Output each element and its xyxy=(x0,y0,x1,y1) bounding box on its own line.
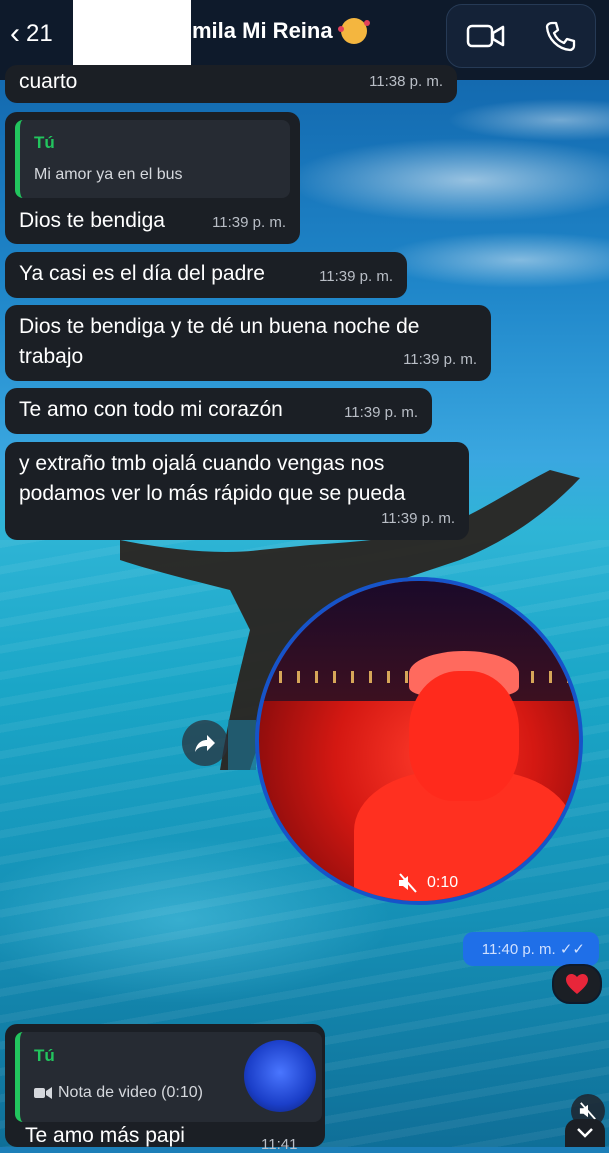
message-bubble[interactable]: Te amo con todo mi corazón 11:39 p. m. xyxy=(5,388,432,434)
message-time: 11:38 p. m. xyxy=(369,73,443,90)
video-duration: 0:10 xyxy=(427,874,459,891)
reply-author: Tú xyxy=(34,133,55,152)
unread-count: 21 xyxy=(26,20,53,47)
quoted-reply[interactable]: Tú Nota de video (0:10) xyxy=(15,1032,322,1122)
muted-speaker-icon xyxy=(399,873,417,893)
chevron-left-icon: ‹ xyxy=(10,17,20,50)
redaction-box xyxy=(73,0,191,73)
reply-author: Tú xyxy=(34,1046,55,1065)
forward-arrow-icon xyxy=(195,735,215,752)
phone-call-icon[interactable] xyxy=(544,20,576,52)
message-bubble[interactable]: Ya casi es el día del padre 11:39 p. m. xyxy=(5,252,407,298)
message-bubble[interactable]: Dios te bendiga y te dé un buena noche d… xyxy=(5,305,491,381)
smiling-hearts-emoji-icon xyxy=(337,18,370,44)
video-call-icon[interactable] xyxy=(466,22,506,50)
message-bubble[interactable]: cuarto 11:38 p. m. xyxy=(5,65,457,103)
message-time: 11:41 xyxy=(261,1136,298,1153)
chevron-down-icon xyxy=(577,1128,593,1138)
heart-icon xyxy=(566,974,588,994)
message-text-line1: Dios te bendiga y te dé un buena noche d… xyxy=(19,315,420,338)
share-button[interactable] xyxy=(182,720,228,766)
message-time: 11:39 p. m. xyxy=(344,404,418,421)
back-button[interactable]: ‹ 21 xyxy=(10,12,80,56)
reply-text: Mi amor ya en el bus xyxy=(34,166,183,183)
message-text: cuarto xyxy=(19,70,78,93)
message-text-line2: podamos ver lo más rápido que se pueda xyxy=(19,482,406,505)
sent-status-bubble: 11:40 p. m. ✓✓ xyxy=(463,932,599,966)
quoted-reply[interactable]: Tú Mi amor ya en el bus xyxy=(15,120,290,198)
message-time: 11:39 p. m. xyxy=(381,510,455,527)
message-text: Te amo más papi xyxy=(25,1124,185,1147)
scroll-down-button[interactable] xyxy=(565,1119,605,1147)
message-bubble[interactable]: y extraño tmb ojalá cuando vengas nos po… xyxy=(5,442,469,540)
message-text: Te amo con todo mi corazón xyxy=(19,398,283,421)
contact-name[interactable]: mila Mi Reina xyxy=(192,18,370,44)
message-time: 11:39 p. m. xyxy=(319,268,393,285)
video-info: 0:10 xyxy=(397,873,458,893)
message-bubble[interactable]: Tú Nota de video (0:10) Te amo más papi … xyxy=(5,1024,325,1153)
message-text-line2: trabajo xyxy=(19,345,84,368)
message-text-line1: y extraño tmb ojalá cuando vengas nos xyxy=(19,452,385,475)
message-text: Ya casi es el día del padre xyxy=(19,262,265,285)
video-thumbnail xyxy=(244,1040,316,1112)
message-time: 11:39 p. m. xyxy=(403,351,477,368)
sent-time: 11:40 p. m. ✓✓ xyxy=(481,941,585,958)
video-person-face xyxy=(409,671,519,801)
message-time: 11:39 p. m. xyxy=(212,214,286,231)
reaction-badge[interactable] xyxy=(552,964,602,1004)
video-note[interactable]: 0:10 xyxy=(255,577,583,905)
message-bubble[interactable]: Tú Mi amor ya en el bus Dios te bendiga … xyxy=(5,112,300,244)
muted-speaker-icon xyxy=(579,1102,596,1120)
double-check-icon: ✓✓ xyxy=(559,941,585,958)
reply-video-note: Nota de video (0:10) xyxy=(34,1084,203,1102)
message-text: Dios te bendiga xyxy=(19,209,165,232)
video-camera-icon xyxy=(34,1087,52,1099)
call-actions xyxy=(446,4,596,68)
